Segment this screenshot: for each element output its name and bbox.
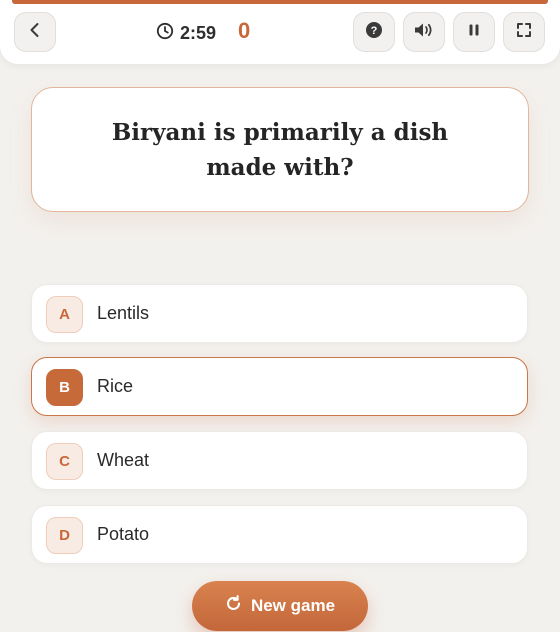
score: 0 [238, 18, 251, 43]
answer-text: Wheat [97, 450, 150, 470]
question-card: Biryani is primarily a dish made with? [31, 87, 529, 212]
answer-text: Potato [97, 524, 150, 544]
accent-line [12, 0, 548, 4]
answer-option-b[interactable]: B Rice [31, 357, 528, 416]
refresh-icon [225, 595, 242, 617]
answer-text: Rice [97, 376, 134, 396]
answer-option-d[interactable]: D Potato [31, 505, 528, 564]
back-button[interactable] [14, 12, 56, 52]
answer-letter: D [46, 517, 83, 554]
speaker-icon [413, 21, 435, 44]
top-bar: 2:59 0 ? [0, 0, 560, 64]
question-text: Biryani is primarily a dish made with? [111, 118, 449, 181]
question-circle-icon: ? [365, 21, 383, 44]
answer-letter: A [46, 296, 83, 333]
timer-value: 2:59 [180, 22, 217, 43]
fullscreen-icon [516, 22, 532, 43]
new-game-button[interactable]: New game [192, 581, 368, 631]
help-button[interactable]: ? [353, 12, 395, 52]
answer-letter: B [46, 369, 83, 406]
new-game-label: New game [250, 596, 336, 615]
pause-icon [467, 23, 481, 42]
clock-icon [156, 22, 174, 45]
sound-button[interactable] [403, 12, 445, 52]
fullscreen-button[interactable] [503, 12, 545, 52]
answer-letter: C [46, 443, 83, 480]
svg-text:?: ? [371, 25, 378, 37]
timer: 2:59 [156, 20, 216, 46]
chevron-left-icon [28, 22, 42, 43]
pause-button[interactable] [453, 12, 495, 52]
answer-option-a[interactable]: A Lentils [31, 284, 528, 343]
answer-text: Lentils [97, 303, 150, 323]
answer-option-c[interactable]: C Wheat [31, 431, 528, 490]
